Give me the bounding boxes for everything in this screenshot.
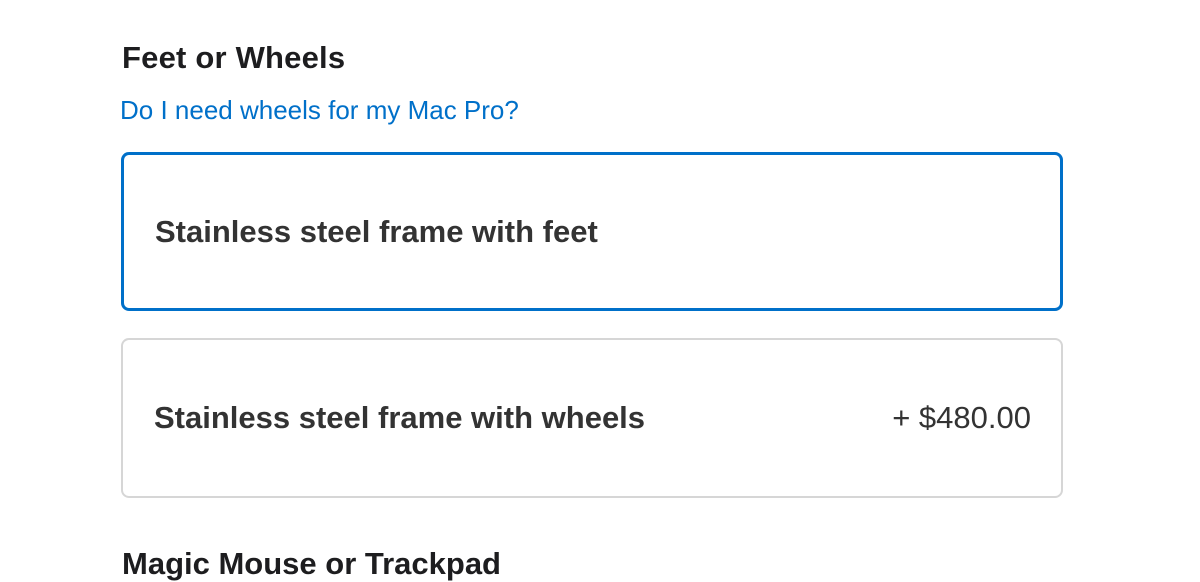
section-title: Feet or Wheels — [122, 40, 346, 75]
option-wheels[interactable]: Stainless steel frame with wheels + $480… — [121, 338, 1063, 498]
option-feet-label: Stainless steel frame with feet — [155, 213, 598, 249]
option-feet[interactable]: Stainless steel frame with feet — [121, 152, 1063, 311]
option-wheels-label: Stainless steel frame with wheels — [154, 400, 646, 435]
option-wheels-price: + $480.00 — [892, 400, 1031, 435]
next-section-title: Magic Mouse or Trackpad — [122, 546, 501, 581]
help-link[interactable]: Do I need wheels for my Mac Pro? — [120, 95, 519, 126]
